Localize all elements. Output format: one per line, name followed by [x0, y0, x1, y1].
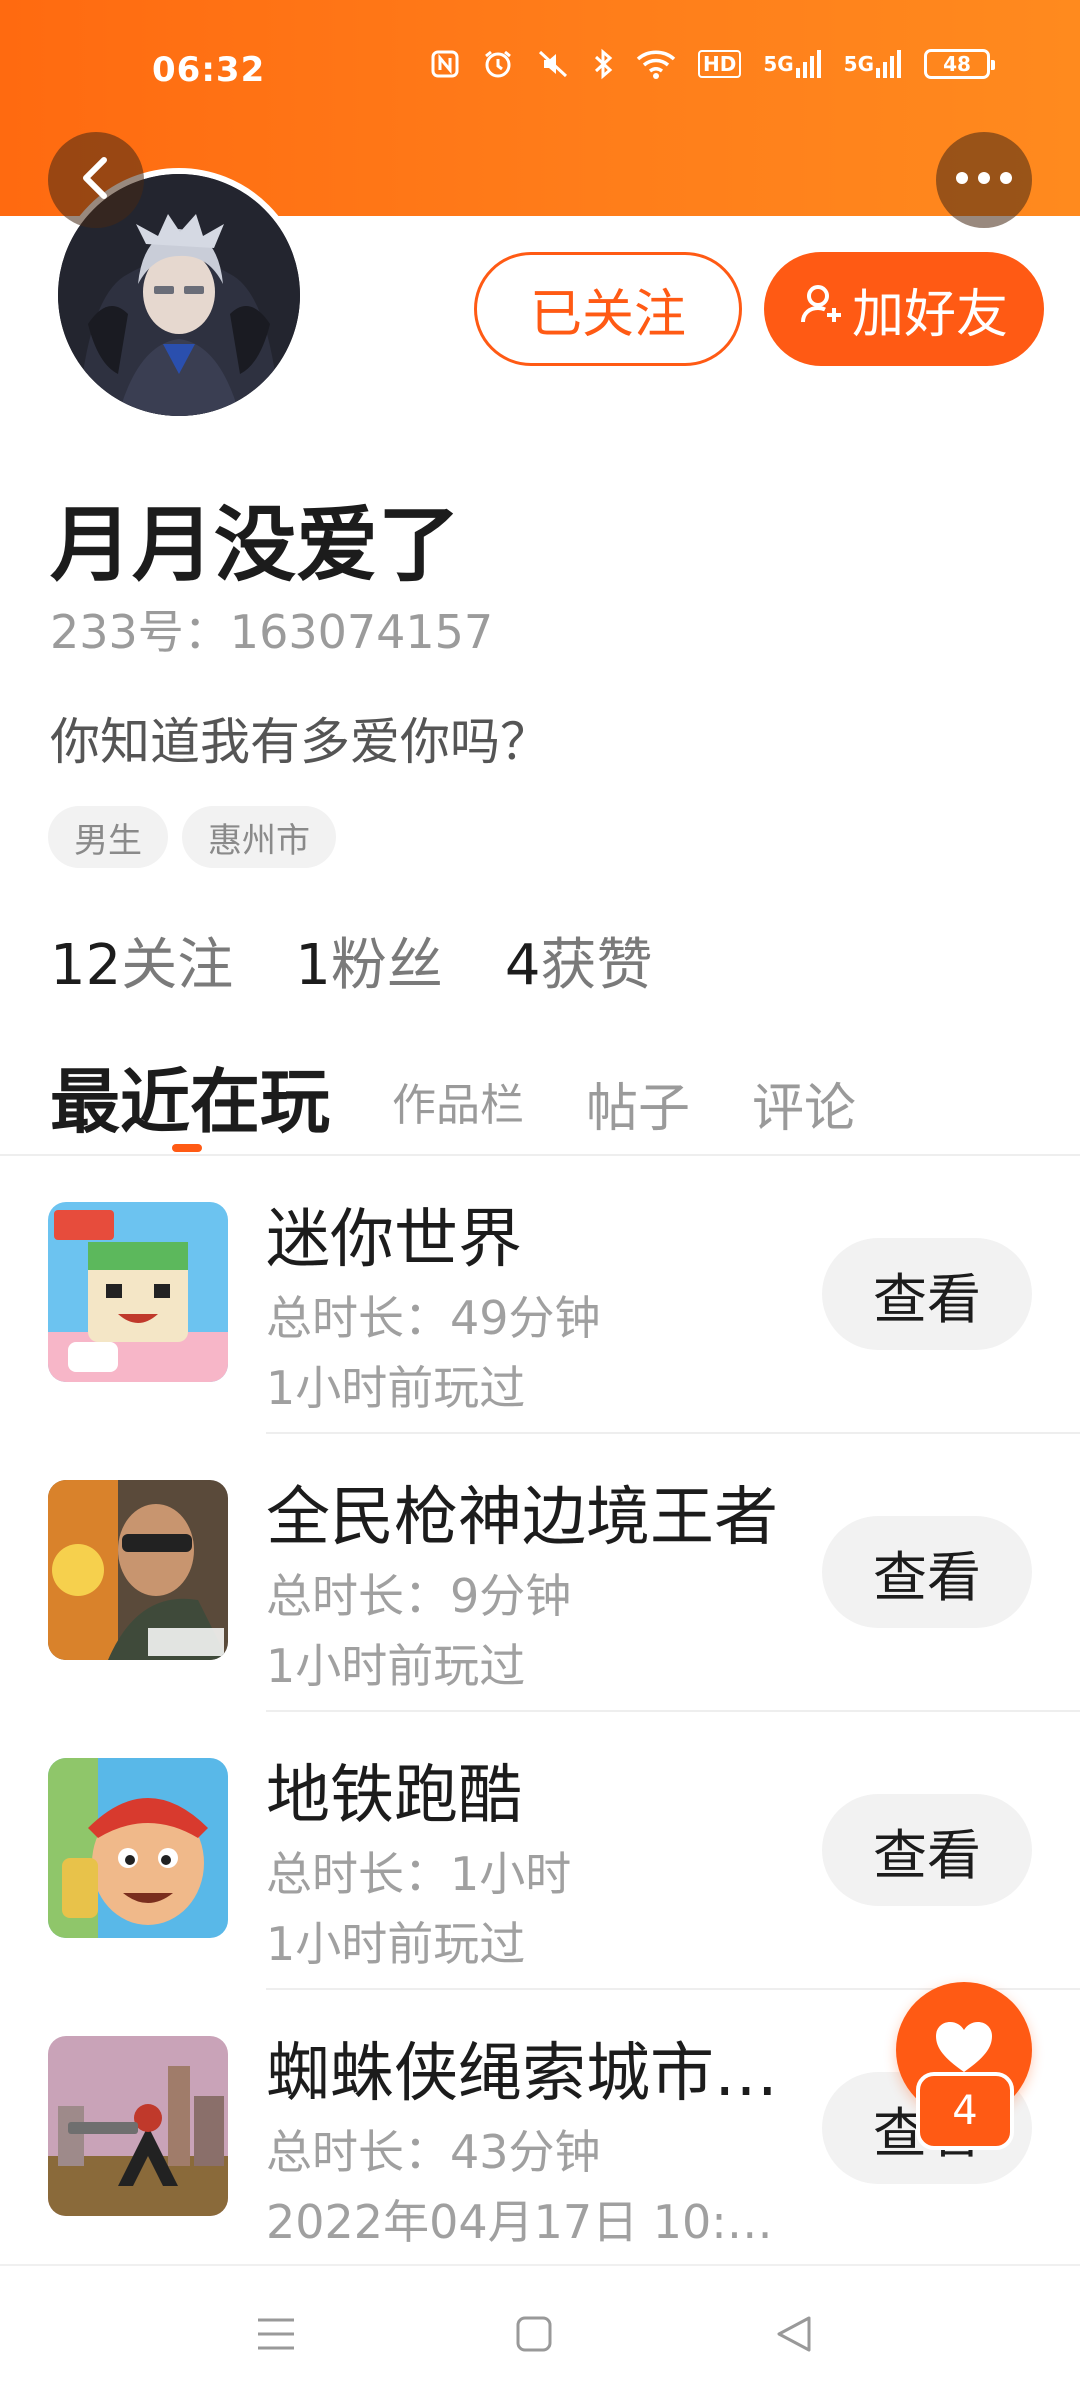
back-triangle-icon — [775, 2314, 813, 2358]
tab-recent-playing[interactable]: 最近在玩 — [50, 1046, 330, 1147]
nfc-icon — [430, 49, 460, 79]
tag-gender: 男生 — [48, 806, 168, 868]
system-nav-bar — [0, 2264, 1080, 2400]
game-duration: 总时长：9分钟 — [266, 1569, 572, 1623]
profile-tabs: 最近在玩 作品栏 帖子 评论 — [50, 1046, 918, 1147]
game-thumbnail — [48, 1480, 228, 1660]
nav-home-button[interactable] — [504, 2306, 564, 2366]
more-dots-icon — [954, 170, 1014, 190]
game-duration: 总时长：43分钟 — [266, 2125, 601, 2179]
view-button[interactable]: 查看 — [822, 1516, 1032, 1628]
game-thumbnail — [48, 2036, 228, 2216]
alarm-icon — [482, 48, 514, 80]
tag-city: 惠州市 — [182, 806, 336, 868]
list-item[interactable]: 全民枪神边境王者 总时长：9分钟 1小时前玩过 查看 — [0, 1434, 1080, 1712]
user-bio: 你知道我有多爱你吗？ — [50, 713, 550, 771]
view-button[interactable]: 查看 — [822, 1238, 1032, 1350]
mute-icon — [536, 48, 570, 80]
tab-posts[interactable]: 帖子 — [586, 1066, 690, 1141]
profile-stats: 12关注 1粉丝 4获赞 — [50, 920, 653, 1001]
bluetooth-icon — [592, 48, 614, 80]
stat-following[interactable]: 12关注 — [50, 920, 233, 1001]
game-name: 全民枪神边境王者 — [266, 1481, 778, 1555]
active-tab-indicator — [172, 1144, 202, 1152]
nav-menu-button[interactable] — [246, 2306, 306, 2366]
game-last-played: 2022年04月17日 10:4… — [266, 2195, 786, 2249]
stat-likes[interactable]: 4获赞 — [505, 920, 653, 1001]
game-duration: 总时长：1小时 — [266, 1847, 572, 1901]
game-name: 迷你世界 — [266, 1203, 522, 1277]
heart-icon — [934, 2020, 994, 2080]
chevron-left-icon — [76, 154, 116, 206]
status-icons: HD 5G 5G 48 — [430, 48, 995, 80]
add-user-icon — [800, 279, 844, 339]
status-bar: 06:32 HD 5G 5G 48 — [0, 0, 1080, 140]
game-name: 蜘蛛侠绳索城市… — [266, 2037, 778, 2111]
tab-works[interactable]: 作品栏 — [392, 1069, 524, 1133]
status-time: 06:32 — [152, 50, 266, 90]
signal-5g-icon: 5G — [763, 50, 821, 78]
signal-5g-icon: 5G — [844, 50, 902, 78]
more-button[interactable] — [936, 132, 1032, 228]
menu-icon — [256, 2316, 296, 2356]
back-button[interactable] — [48, 132, 144, 228]
tab-comments[interactable]: 评论 — [752, 1066, 856, 1141]
like-count-badge: 4 — [916, 2072, 1014, 2150]
battery-indicator: 48 — [924, 49, 995, 79]
home-square-icon — [515, 2315, 553, 2357]
profile-tags: 男生 惠州市 — [48, 806, 336, 868]
hd-icon: HD — [697, 50, 742, 78]
username: 月月没爱了 — [50, 498, 461, 593]
view-button[interactable]: 查看 — [822, 1794, 1032, 1906]
user-id: 233号：163074157 — [50, 605, 494, 659]
game-last-played: 1小时前玩过 — [266, 1361, 526, 1415]
game-last-played: 1小时前玩过 — [266, 1917, 526, 1971]
nav-back-button[interactable] — [764, 2306, 824, 2366]
game-thumbnail — [48, 1202, 228, 1382]
add-friend-label: 加好友 — [851, 284, 1008, 345]
game-duration: 总时长：49分钟 — [266, 1291, 601, 1345]
wifi-icon — [636, 49, 676, 79]
list-item[interactable]: 地铁跑酷 总时长：1小时 1小时前玩过 查看 — [0, 1712, 1080, 1990]
game-last-played: 1小时前玩过 — [266, 1639, 526, 1693]
game-thumbnail — [48, 1758, 228, 1938]
stat-followers[interactable]: 1粉丝 — [295, 920, 443, 1001]
followed-button[interactable]: 已关注 — [474, 252, 742, 366]
add-friend-button[interactable]: 加好友 — [764, 252, 1044, 366]
game-name: 地铁跑酷 — [266, 1759, 522, 1833]
list-item[interactable]: 迷你世界 总时长：49分钟 1小时前玩过 查看 — [0, 1156, 1080, 1434]
